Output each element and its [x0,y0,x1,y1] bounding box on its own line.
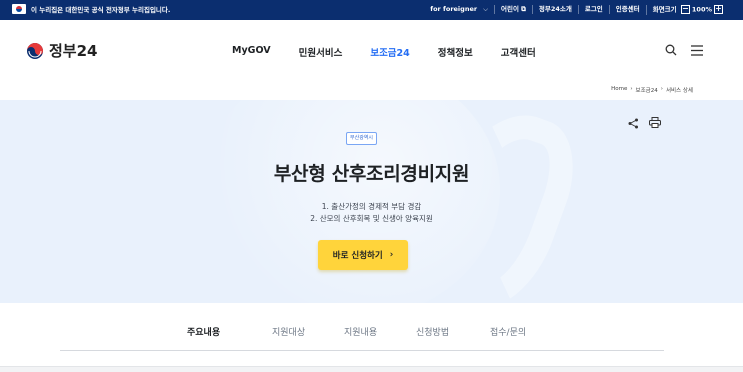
page-title: 부산형 산후조리경비지원 [273,163,470,185]
apply-now-label: 바로 신청하기 [332,251,383,261]
nav-policy-info[interactable]: 정책정보 [438,45,473,59]
cert-center-link[interactable]: 인증센터 [608,5,646,15]
tab-how-to-apply[interactable]: 신청방법 [416,325,449,338]
kids-link[interactable]: 어린이 ⧉ [494,5,532,15]
tab-eligibility[interactable]: 지원대상 [272,325,305,338]
search-icon[interactable] [665,44,677,60]
region-badge: 부산광역시 [346,132,378,145]
nav-mygov[interactable]: MyGOV [232,45,271,59]
zoom-out-button[interactable]: − [680,5,690,14]
print-icon[interactable] [649,117,661,131]
gov-banner: 이 누리집은 대한민국 공식 전자정부 누리집입니다. for foreigne… [0,0,743,20]
external-link-icon: ⧉ [521,5,526,14]
header-icons [665,44,703,60]
chevron-right-icon: › [660,86,663,92]
login-link[interactable]: 로그인 [577,5,609,15]
about-link[interactable]: 정부24소개 [531,5,578,15]
korean-flag-icon [12,4,26,14]
content-tabs: 주요내용 지원대상 지원내용 신청방법 접수/문의 [60,304,664,351]
screen-size-control: 화면크기 −100% + [645,5,731,15]
tab-contact[interactable]: 접수/문의 [490,325,526,338]
menu-icon[interactable] [691,44,703,60]
screen-size-label: 화면크기 [652,5,677,14]
nav-civil-service[interactable]: 민원서비스 [299,45,343,59]
utility-links: for foreigner ⌵ 어린이 ⧉ 정부24소개 로그인 인증센터 화면크… [430,5,731,15]
breadcrumb: Home › 보조금24 › 서비스 상세 [611,86,693,94]
chevron-right-icon: › [630,86,633,92]
breadcrumb-subsidy24[interactable]: 보조금24 [636,86,658,94]
gov-notice-text: 이 누리집은 대한민국 공식 전자정부 누리집입니다. [31,6,171,14]
gov-notice: 이 누리집은 대한민국 공식 전자정부 누리집입니다. [12,4,170,14]
apply-now-button[interactable]: 바로 신청하기 › [318,240,408,270]
share-icon[interactable] [628,118,639,132]
breadcrumb-home[interactable]: Home [611,86,627,94]
summary-line: 1. 출산가정의 경제적 부담 경감 [321,202,422,211]
logo-text: 정부24 [49,42,98,60]
chevron-down-icon: ⌵ [483,5,488,14]
taegeuk-logo-icon [27,42,43,59]
zoom-in-button[interactable]: + [714,5,723,14]
summary-line: 2. 산모의 산후회복 및 신생아 양육지원 [310,214,433,223]
nav-subsidy24[interactable]: 보조금24 [370,45,409,59]
service-summary: 1. 출산가정의 경제적 부담 경감 2. 산모의 산후회복 및 신생아 양육지… [0,201,743,225]
logo[interactable]: 정부24 [26,40,97,61]
tab-main-content[interactable]: 주요내용 [187,325,220,338]
chevron-right-icon: › [389,250,394,260]
main-nav: MyGOV 민원서비스 보조금24 정책정보 고객센터 [232,45,564,59]
section-divider [0,366,743,372]
tab-support-details[interactable]: 지원내용 [344,325,377,338]
foreigner-link[interactable]: for foreigner ⌵ [430,5,494,14]
nav-customer-center[interactable]: 고객센터 [501,45,536,59]
breadcrumb-current: 서비스 상세 [665,88,693,94]
site-header: 정부24 MyGOV 민원서비스 보조금24 정책정보 고객센터 [0,20,743,80]
zoom-level: 100% [691,5,712,14]
